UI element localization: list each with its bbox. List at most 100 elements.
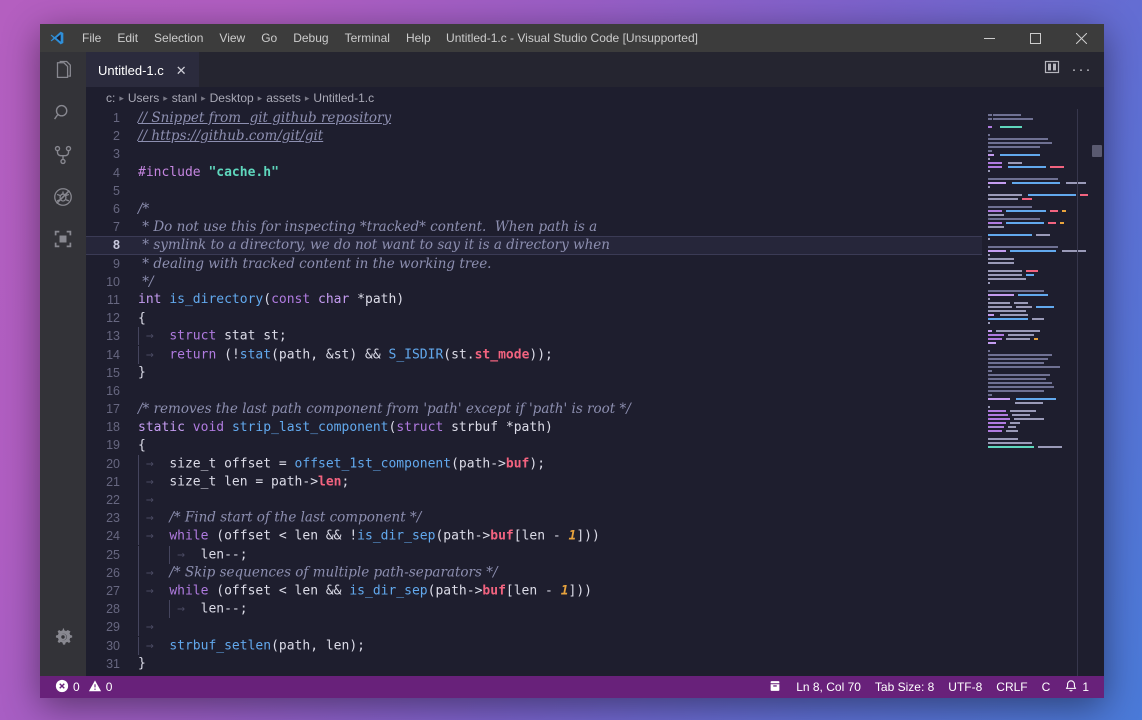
line-number: 10 <box>106 274 120 289</box>
code-line[interactable]: 13 → struct stat st; <box>86 327 982 346</box>
code-line[interactable]: 22 → <box>86 491 982 510</box>
code-line[interactable]: 8 * symlink to a directory, we do not wa… <box>86 236 982 255</box>
line-number: 4 <box>113 165 120 180</box>
minimap-segment <box>988 210 1002 212</box>
code-line[interactable]: 10 */ <box>86 273 982 291</box>
code-line[interactable]: 4 #include "cache.h" <box>86 164 982 182</box>
code-token: const <box>271 292 311 308</box>
line-number: 27 <box>106 583 120 598</box>
status-eol[interactable]: CRLF <box>989 676 1034 698</box>
minimap-segment <box>1033 234 1035 236</box>
activitybar-item-source-control[interactable] <box>40 136 86 178</box>
code-line[interactable]: 20 → size_t offset = offset_1st_componen… <box>86 454 982 473</box>
minimap-segment <box>1035 446 1037 448</box>
line-number: 20 <box>106 456 120 471</box>
editor-scrollbar[interactable] <box>1090 109 1104 676</box>
code-line[interactable]: 29 → <box>86 618 982 637</box>
code-line-text: → /* Find start of the last component */ <box>138 509 421 528</box>
minimap-segment <box>988 234 1032 236</box>
code-line[interactable]: 7 * Do not use this for inspecting *trac… <box>86 218 982 236</box>
code-line[interactable]: 23 → /* Find start of the last component… <box>86 509 982 528</box>
code-line[interactable]: 26 → /* Skip sequences of multiple path-… <box>86 563 982 582</box>
code-line[interactable]: 2 // https://github.com/git/git <box>86 127 982 145</box>
code-line[interactable]: 5 <box>86 182 982 200</box>
code-line[interactable]: 32 <box>86 673 982 676</box>
minimap-segment <box>1006 210 1046 212</box>
code-line[interactable]: 6 /* <box>86 200 982 218</box>
code-line[interactable]: 9 * dealing with tracked content in the … <box>86 255 982 273</box>
code-token: ( <box>208 583 225 599</box>
code-line[interactable]: 17 /* removes the last path component fro… <box>86 400 982 418</box>
activitybar-item-explorer[interactable] <box>40 52 86 94</box>
menu-item-help[interactable]: Help <box>398 27 439 49</box>
activitybar-item-search[interactable] <box>40 94 86 136</box>
indent-whitespace: → <box>138 510 170 526</box>
breadcrumb-item-1[interactable]: Users <box>128 91 159 105</box>
minimap[interactable] <box>982 109 1090 676</box>
code-line[interactable]: 11 int is_directory(const char *path) <box>86 291 982 309</box>
code-line[interactable]: 18 static void strip_last_component(struc… <box>86 418 982 436</box>
status-language-mode[interactable]: C <box>1035 676 1058 698</box>
breadcrumb-item-0[interactable]: c: <box>106 91 115 105</box>
status-notifications[interactable]: 1 <box>1057 676 1096 698</box>
code-line[interactable]: 31} <box>86 655 982 673</box>
menu-item-selection[interactable]: Selection <box>146 27 211 49</box>
code-line[interactable]: 19 { <box>86 436 982 454</box>
minimap-segment <box>1062 250 1086 252</box>
minimap-segment <box>1047 210 1049 212</box>
tab-untitled-1-c[interactable]: Untitled-1.c ✕ <box>86 52 199 87</box>
scrollbar-thumb[interactable] <box>1092 145 1102 157</box>
status-encoding[interactable]: UTF-8 <box>941 676 989 698</box>
line-number: 2 <box>113 129 120 144</box>
minimize-button[interactable] <box>966 24 1012 52</box>
code-token: st_mode <box>474 347 530 363</box>
code-editor[interactable]: 1 // Snippet from git github repository 2 /… <box>86 109 982 676</box>
minimap-segment <box>988 178 1058 180</box>
code-line[interactable]: 24 → while (offset < len && !is_dir_sep(… <box>86 527 982 546</box>
activitybar-item-run-debug[interactable] <box>40 178 86 220</box>
menu-item-file[interactable]: File <box>74 27 109 49</box>
code-line[interactable]: 30 → strbuf_setlen(path, len); <box>86 636 982 655</box>
breadcrumb-item-2[interactable]: stanl <box>172 91 197 105</box>
code-line[interactable]: 28 → len--; <box>86 600 982 619</box>
code-line[interactable]: 3 <box>86 145 982 163</box>
breadcrumb-item-4[interactable]: assets <box>266 91 301 105</box>
menu-item-edit[interactable]: Edit <box>109 27 146 49</box>
code-line[interactable]: 27 → while (offset < len && is_dir_sep(p… <box>86 581 982 600</box>
more-actions-button[interactable]: ··· <box>1070 58 1094 82</box>
status-tab-size[interactable]: Tab Size: 8 <box>868 676 941 698</box>
menu-item-debug[interactable]: Debug <box>285 27 336 49</box>
code-line[interactable]: 14 → return (!stat(path, &st) && S_ISDIR… <box>86 345 982 364</box>
code-line[interactable]: 21 → size_t len = path->len; <box>86 472 982 491</box>
menu-item-go[interactable]: Go <box>253 27 285 49</box>
minimap-segment <box>993 126 999 128</box>
split-editor-button[interactable] <box>1040 58 1064 82</box>
breadcrumb-item-5[interactable]: Untitled-1.c <box>313 91 374 105</box>
close-button[interactable] <box>1058 24 1104 52</box>
menu-item-terminal[interactable]: Terminal <box>337 27 398 49</box>
code-line[interactable]: 16 <box>86 382 982 400</box>
minimap-segment <box>1012 414 1030 416</box>
status-cursor-position[interactable]: Ln 8, Col 70 <box>789 676 868 698</box>
status-errors-warnings[interactable]: 0 0 <box>48 676 119 698</box>
minimap-segment <box>988 310 1026 312</box>
code-line[interactable]: 15} <box>86 364 982 382</box>
code-line-text: → len--; <box>138 600 248 619</box>
breadcrumb-item-3[interactable]: Desktop <box>210 91 254 105</box>
menu-item-view[interactable]: View <box>211 27 253 49</box>
minimap-segment <box>988 402 1014 404</box>
status-go-live[interactable] <box>761 676 789 698</box>
maximize-button[interactable] <box>1012 24 1058 52</box>
code-line[interactable]: 1 // Snippet from git github repository <box>86 109 982 127</box>
code-token: ( <box>271 347 279 363</box>
minimap-segment <box>988 378 1046 380</box>
tab-close-icon[interactable]: ✕ <box>174 62 189 79</box>
minimap-segment <box>1033 306 1035 308</box>
code-token: */ <box>138 273 154 290</box>
breadcrumb: c: ▸ Users ▸ stanl ▸ Desktop ▸ assets ▸ … <box>86 87 1104 109</box>
indent-whitespace: → <box>169 601 201 617</box>
activitybar-item-extensions[interactable] <box>40 220 86 262</box>
code-line[interactable]: 25 → len--; <box>86 545 982 564</box>
activitybar-item-manage[interactable] <box>40 618 86 660</box>
code-line[interactable]: 12 { <box>86 309 982 327</box>
